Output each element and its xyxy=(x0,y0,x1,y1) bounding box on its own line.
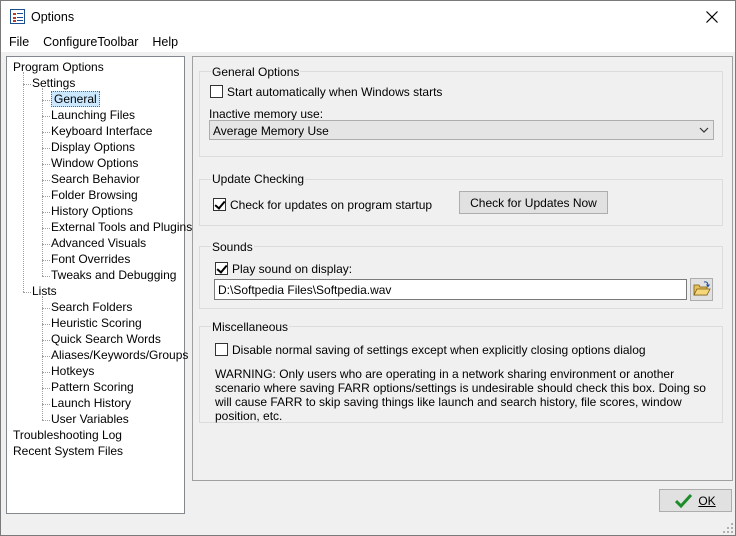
tree-item-hotkeys-label: Hotkeys xyxy=(51,364,95,378)
tree-item-hotkeys[interactable]: Hotkeys xyxy=(51,364,94,379)
tree-item-troubleshooting-log[interactable]: Troubleshooting Log xyxy=(13,428,122,443)
tree-item-user-variables-label: User Variables xyxy=(51,412,129,426)
tree-item-troubleshooting-log-label: Troubleshooting Log xyxy=(13,428,122,442)
tree-item-advanced-visuals-label: Advanced Visuals xyxy=(51,236,147,250)
tree-item-pattern-scoring-label: Pattern Scoring xyxy=(51,380,134,394)
tree-item-settings-label: Settings xyxy=(32,76,76,90)
options-tree[interactable]: Program Options Settings General Launching … xyxy=(6,56,192,514)
tree-item-history-options[interactable]: History Options xyxy=(51,204,133,219)
tree-item-font-overrides[interactable]: Font Overrides xyxy=(51,252,130,267)
tree-item-aliases-keywords-groups-label: Aliases/Keywords/Groups xyxy=(51,348,189,362)
open-folder-icon xyxy=(693,281,711,296)
tree-item-pattern-scoring[interactable]: Pattern Scoring xyxy=(51,380,134,395)
tree-item-window-options-label: Window Options xyxy=(51,156,139,170)
resize-grip-icon[interactable] xyxy=(723,523,733,533)
play-sound-checkbox[interactable] xyxy=(215,262,228,275)
title-bar: Options xyxy=(1,1,735,32)
browse-folder-button[interactable] xyxy=(690,278,713,301)
tree-item-window-options[interactable]: Window Options xyxy=(51,156,138,171)
tree-item-program-options-label: Program Options xyxy=(13,60,104,74)
tree-item-folder-browsing-label: Folder Browsing xyxy=(51,188,138,202)
inactive-memory-value: Average Memory Use xyxy=(213,124,329,138)
tree-item-general[interactable]: General xyxy=(51,91,100,107)
tree-item-search-behavior-label: Search Behavior xyxy=(51,172,140,186)
tree-item-search-behavior[interactable]: Search Behavior xyxy=(51,172,140,187)
tree-item-launch-history-label: Launch History xyxy=(51,396,132,410)
menu-bar: File ConfigureToolbar Help xyxy=(1,32,735,52)
ok-button[interactable]: OK xyxy=(659,489,732,512)
tree-item-lists-label: Lists xyxy=(32,284,57,298)
checkmark-icon xyxy=(675,493,693,508)
tree-item-tweaks-and-debugging[interactable]: Tweaks and Debugging xyxy=(51,268,176,283)
tree-item-recent-system-files-label: Recent System Files xyxy=(13,444,124,458)
tree-item-quick-search-words-label: Quick Search Words xyxy=(51,332,161,346)
tree-item-settings[interactable]: Settings xyxy=(32,76,75,91)
sound-path-value: D:\Softpedia Files\Softpedia.wav xyxy=(218,283,392,297)
close-icon xyxy=(706,10,718,23)
tree-item-launching-files[interactable]: Launching Files xyxy=(51,108,135,123)
tree-item-heuristic-scoring-label: Heuristic Scoring xyxy=(51,316,142,330)
general-options-title: General Options xyxy=(211,65,301,79)
inactive-memory-label: Inactive memory use: xyxy=(209,107,324,121)
tree-item-search-folders-label: Search Folders xyxy=(51,300,133,314)
check-updates-checkbox[interactable] xyxy=(213,198,226,211)
tree-item-folder-browsing[interactable]: Folder Browsing xyxy=(51,188,138,203)
menu-configure-toolbar[interactable]: ConfigureToolbar xyxy=(36,32,145,52)
play-sound-label: Play sound on display: xyxy=(232,262,353,276)
warning-text: WARNING: Only users who are operating in… xyxy=(215,367,706,423)
tree-item-heuristic-scoring[interactable]: Heuristic Scoring xyxy=(51,316,142,331)
options-window: Options File ConfigureToolbar Help Progr… xyxy=(0,0,736,536)
menu-help[interactable]: Help xyxy=(145,32,185,52)
ok-label: OK xyxy=(698,493,716,508)
tree-item-keyboard-interface[interactable]: Keyboard Interface xyxy=(51,124,152,139)
tree-item-history-options-label: History Options xyxy=(51,204,134,218)
close-button[interactable] xyxy=(689,1,735,32)
tree-item-program-options[interactable]: Program Options xyxy=(13,60,104,75)
check-updates-now-button[interactable]: Check for Updates Now xyxy=(459,191,608,214)
check-updates-label: Check for updates on program startup xyxy=(230,198,433,212)
chevron-down-icon xyxy=(699,127,709,133)
tree-item-quick-search-words[interactable]: Quick Search Words xyxy=(51,332,161,347)
sounds-title: Sounds xyxy=(211,240,254,254)
disable-saving-checkbox[interactable] xyxy=(215,343,228,356)
tree-item-aliases-keywords-groups[interactable]: Aliases/Keywords/Groups xyxy=(51,348,188,363)
disable-saving-label: Disable normal saving of settings except… xyxy=(232,343,646,357)
tree-item-keyboard-interface-label: Keyboard Interface xyxy=(51,124,153,138)
update-checking-title: Update Checking xyxy=(211,172,306,186)
tree-item-launching-files-label: Launching Files xyxy=(51,108,136,122)
sound-path-input[interactable]: D:\Softpedia Files\Softpedia.wav xyxy=(214,279,687,300)
window-title: Options xyxy=(31,10,75,24)
tree-item-search-folders[interactable]: Search Folders xyxy=(51,300,132,315)
start-automatically-label: Start automatically when Windows starts xyxy=(227,85,443,99)
tree-item-user-variables[interactable]: User Variables xyxy=(51,412,129,427)
inactive-memory-select[interactable]: Average Memory Use xyxy=(209,120,714,140)
tree-item-recent-system-files[interactable]: Recent System Files xyxy=(13,444,123,459)
tree-item-external-tools-and-plugins[interactable]: External Tools and Plugins xyxy=(51,220,192,235)
tree-item-tweaks-and-debugging-label: Tweaks and Debugging xyxy=(51,268,177,282)
tree-item-font-overrides-label: Font Overrides xyxy=(51,252,131,266)
tree-item-general-label: General xyxy=(51,91,100,107)
tree-item-external-tools-and-plugins-label: External Tools and Plugins xyxy=(51,220,193,234)
tree-item-advanced-visuals[interactable]: Advanced Visuals xyxy=(51,236,146,251)
miscellaneous-title: Miscellaneous xyxy=(211,320,290,334)
tree-item-launch-history[interactable]: Launch History xyxy=(51,396,131,411)
start-automatically-checkbox[interactable] xyxy=(210,85,223,98)
menu-file[interactable]: File xyxy=(1,32,36,52)
tree-item-display-options[interactable]: Display Options xyxy=(51,140,135,155)
app-options-icon xyxy=(10,9,25,24)
tree-item-display-options-label: Display Options xyxy=(51,140,136,154)
tree-item-lists[interactable]: Lists xyxy=(32,284,57,299)
